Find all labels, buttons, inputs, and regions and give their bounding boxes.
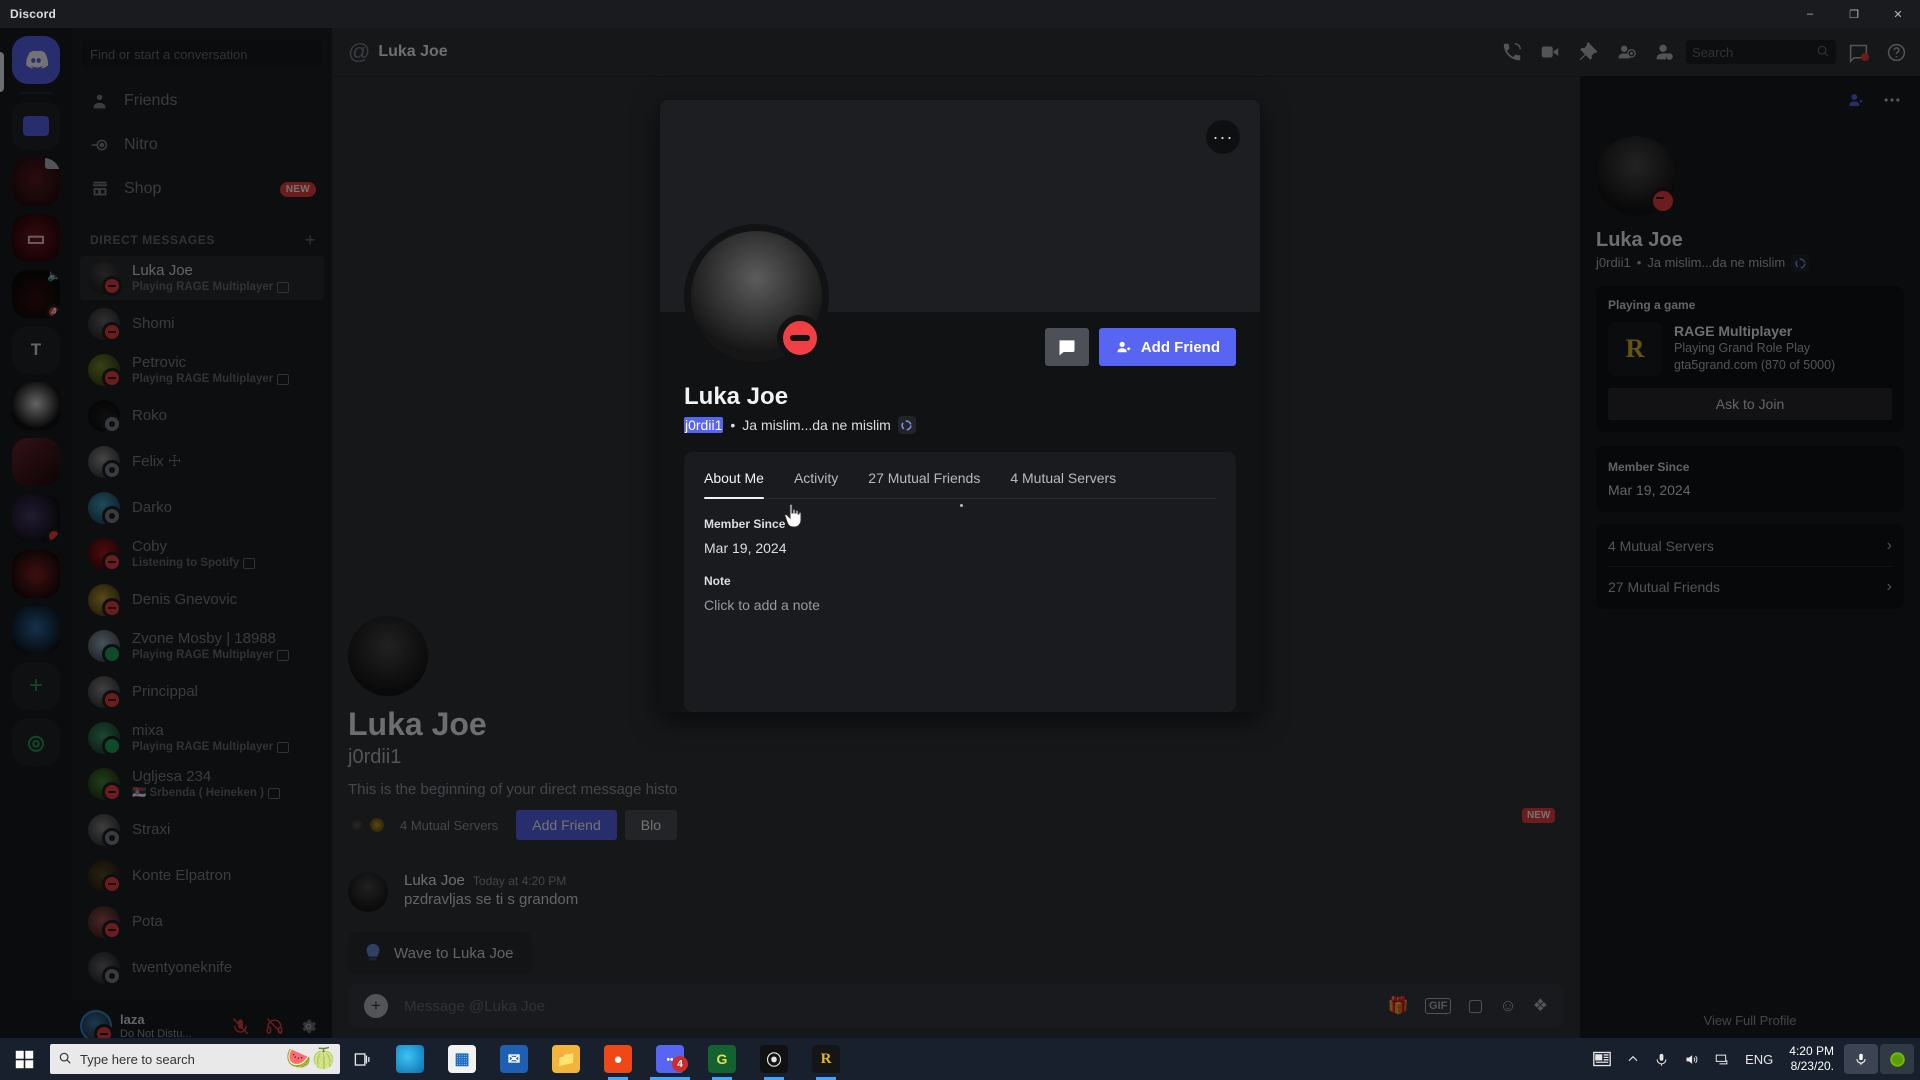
minimize-button[interactable]: – xyxy=(1788,0,1832,28)
edge-icon xyxy=(396,1045,424,1073)
steelseries-icon: ⦿ xyxy=(760,1045,788,1073)
profile-name: Luka Joe xyxy=(684,383,789,410)
taskbar-app-brave-browser[interactable]: ● xyxy=(592,1038,644,1080)
mail-icon: ✉ xyxy=(500,1045,528,1073)
taskbar-search-placeholder: Type here to search xyxy=(80,1051,195,1067)
status-badge xyxy=(777,315,823,361)
note-input[interactable]: Click to add a note xyxy=(704,597,1216,613)
tab-mutual-friends[interactable]: 27 Mutual Friends xyxy=(868,470,980,498)
volume-icon[interactable] xyxy=(1677,1038,1706,1080)
melon-icon: 🍉🍈 xyxy=(286,1048,336,1070)
avatar[interactable] xyxy=(684,224,829,369)
profile-tab-panel: About Me Activity 27 Mutual Friends 4 Mu… xyxy=(684,452,1236,712)
more-icon[interactable]: ··· xyxy=(1206,120,1240,154)
profile-tabs: About Me Activity 27 Mutual Friends 4 Mu… xyxy=(704,470,1216,499)
network-icon[interactable] xyxy=(1708,1038,1737,1080)
news-and-interests-icon[interactable] xyxy=(1586,1038,1618,1080)
add-friend-label: Add Friend xyxy=(1140,338,1220,356)
clock-time: 4:20 PM xyxy=(1789,1044,1834,1058)
clock-date: 8/23/20. xyxy=(1790,1059,1834,1073)
profile-separator: • xyxy=(730,417,736,433)
grand-rp-icon: G xyxy=(708,1045,736,1073)
system-tray: ENG 4:20 PM 8/23/20. xyxy=(1586,1038,1920,1080)
taskbar-app-mail[interactable]: ✉ xyxy=(488,1038,540,1080)
member-since-section: Member Since Mar 19, 2024 xyxy=(704,517,1216,556)
loading-dot xyxy=(960,504,963,507)
profile-actions: Add Friend xyxy=(1044,328,1236,366)
user-profile-modal: ··· Add Friend Luka Joe j0rdii1 • Ja mis… xyxy=(660,100,1260,712)
note-label: Note xyxy=(704,574,731,588)
note-section: Note Click to add a note xyxy=(704,574,1216,613)
taskbar-search-input[interactable]: Type here to search 🍉🍈 xyxy=(50,1044,340,1074)
taskbar-app-discord[interactable]: 4 xyxy=(644,1038,696,1080)
discord-unread-badge: 4 xyxy=(672,1056,688,1072)
profile-tagline: Ja mislim...da ne mislim xyxy=(742,417,891,433)
member-since-value: Mar 19, 2024 xyxy=(704,540,787,556)
store-icon: ▦ xyxy=(448,1045,476,1073)
tab-about-me[interactable]: About Me xyxy=(704,470,764,499)
maximize-button[interactable]: ❐ xyxy=(1832,0,1876,28)
discord-app-window: Discord – ❐ ✕ ▭ 🔊 4 xyxy=(0,0,1920,1080)
taskbar-app-rage-multiplayer[interactable]: R xyxy=(800,1038,852,1080)
search-icon xyxy=(58,1051,72,1068)
taskbar-app-steelseries-gg[interactable]: ⦿ xyxy=(748,1038,800,1080)
taskbar-app-grand-rp-launcher[interactable]: G xyxy=(696,1038,748,1080)
floating-microphone-overlay[interactable] xyxy=(1844,1044,1878,1074)
language-indicator[interactable]: ENG xyxy=(1739,1038,1779,1080)
microphone-icon[interactable] xyxy=(1648,1038,1675,1080)
tab-activity[interactable]: Activity xyxy=(794,470,838,498)
rage-icon: R xyxy=(812,1045,840,1073)
folder-icon: 📁 xyxy=(552,1045,580,1073)
close-button[interactable]: ✕ xyxy=(1876,0,1920,28)
member-since-label: Member Since xyxy=(704,517,786,531)
clan-badge-icon[interactable] xyxy=(897,416,916,434)
taskbar-app-microsoft-store[interactable]: ▦ xyxy=(436,1038,488,1080)
task-view-icon[interactable] xyxy=(340,1038,384,1080)
nvidia-overlay-icon[interactable] xyxy=(1880,1044,1914,1074)
profile-handle: j0rdii1 xyxy=(684,417,724,433)
profile-subline: j0rdii1 • Ja mislim...da ne mislim xyxy=(684,416,1236,434)
add-friend-icon xyxy=(1117,341,1130,353)
taskbar-app-microsoft-edge[interactable] xyxy=(384,1038,436,1080)
windows-start-icon[interactable] xyxy=(0,1038,48,1080)
brave-icon: ● xyxy=(604,1045,632,1073)
add-friend-button[interactable]: Add Friend xyxy=(1098,328,1236,366)
message-button[interactable] xyxy=(1044,328,1089,366)
window-title: Discord xyxy=(10,7,57,21)
profile-modal-body: Luka Joe j0rdii1 • Ja mislim...da ne mis… xyxy=(660,312,1260,712)
profile-banner: ··· Add Friend xyxy=(660,100,1260,369)
taskbar-app-file-explorer[interactable]: 📁 xyxy=(540,1038,592,1080)
windows-taskbar: Type here to search 🍉🍈 ▦ ✉ 📁 ● 4 G ⦿ R E… xyxy=(0,1038,1920,1080)
window-titlebar: Discord – ❐ ✕ xyxy=(0,0,1920,28)
show-hidden-icons-icon[interactable] xyxy=(1620,1038,1646,1080)
taskbar-clock[interactable]: 4:20 PM 8/23/20. xyxy=(1781,1044,1842,1074)
tab-mutual-servers[interactable]: 4 Mutual Servers xyxy=(1010,470,1116,498)
window-controls: – ❐ ✕ xyxy=(1788,0,1920,28)
